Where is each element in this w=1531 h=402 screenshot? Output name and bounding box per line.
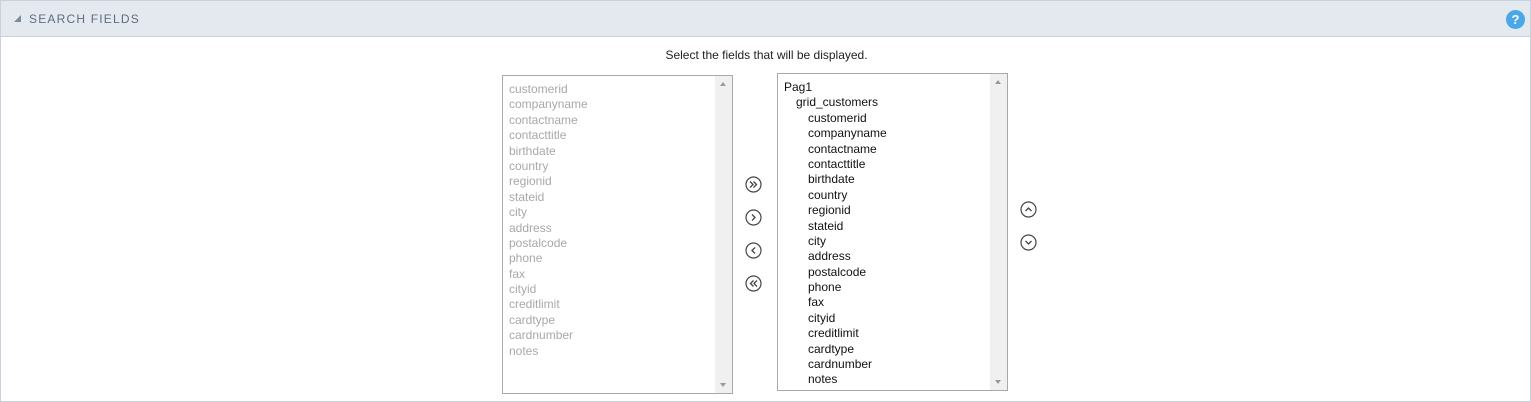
page-node[interactable]: Pag1 xyxy=(778,80,990,95)
move-left-icon xyxy=(745,242,762,259)
selected-field-item[interactable]: cardnumber xyxy=(778,357,990,372)
selected-field-item[interactable]: country xyxy=(778,188,990,203)
available-field-item[interactable]: cardnumber xyxy=(503,328,715,343)
available-field-item[interactable]: address xyxy=(503,221,715,236)
selected-field-item[interactable]: stateid xyxy=(778,219,990,234)
move-all-right-button[interactable] xyxy=(745,176,762,193)
move-right-button[interactable] xyxy=(745,209,762,226)
available-field-item[interactable]: contactname xyxy=(503,113,715,128)
available-field-item[interactable]: birthdate xyxy=(503,144,715,159)
move-down-button[interactable] xyxy=(1020,234,1037,251)
collapse-triangle-icon[interactable] xyxy=(14,15,21,22)
available-field-item[interactable]: stateid xyxy=(503,190,715,205)
move-all-left-button[interactable] xyxy=(745,275,762,292)
right-list-scrollbar[interactable] xyxy=(990,74,1007,390)
available-field-item[interactable]: notes xyxy=(503,344,715,359)
available-field-item[interactable]: postalcode xyxy=(503,236,715,251)
panel-title: SEARCH FIELDS xyxy=(29,12,140,26)
available-field-item[interactable]: cardtype xyxy=(503,313,715,328)
selected-field-item[interactable]: creditlimit xyxy=(778,326,990,341)
selected-field-item[interactable]: customerid xyxy=(778,111,990,126)
move-up-button[interactable] xyxy=(1020,201,1037,218)
selected-field-item[interactable]: contacttitle xyxy=(778,157,990,172)
selected-fields-list[interactable]: Pag1 grid_customers customerid companynam… xyxy=(777,73,1008,391)
search-fields-panel: SEARCH FIELDS ? Select the fields that w… xyxy=(0,0,1531,402)
help-icon[interactable]: ? xyxy=(1506,10,1525,29)
instruction-text: Select the fields that will be displayed… xyxy=(665,48,868,62)
available-field-item[interactable]: contacttitle xyxy=(503,128,715,143)
move-left-button[interactable] xyxy=(745,242,762,259)
available-field-item[interactable]: customerid xyxy=(503,82,715,97)
selected-fields-items: Pag1 grid_customers customerid companynam… xyxy=(778,74,990,390)
selected-field-item[interactable]: postalcode xyxy=(778,265,990,280)
available-field-item[interactable]: phone xyxy=(503,251,715,266)
scroll-up-arrow-icon[interactable] xyxy=(990,74,1007,91)
panel-header: SEARCH FIELDS ? xyxy=(1,1,1530,37)
move-all-right-icon xyxy=(745,176,762,193)
available-fields-items: customerid companyname contactname contactt… xyxy=(503,76,715,393)
available-fields-list[interactable]: customerid companyname contactname contactt… xyxy=(502,75,733,394)
scroll-down-arrow-icon[interactable] xyxy=(715,376,732,393)
selected-field-item[interactable]: regionid xyxy=(778,203,990,218)
available-field-item[interactable]: country xyxy=(503,159,715,174)
available-field-item[interactable]: fax xyxy=(503,267,715,282)
selected-field-item[interactable]: city xyxy=(778,234,990,249)
selected-field-item[interactable]: phone xyxy=(778,280,990,295)
selected-field-item[interactable]: companyname xyxy=(778,126,990,141)
available-field-item[interactable]: city xyxy=(503,205,715,220)
selected-field-item[interactable]: notes xyxy=(778,372,990,387)
available-field-item[interactable]: cityid xyxy=(503,282,715,297)
left-list-scrollbar[interactable] xyxy=(715,76,732,393)
selected-field-item[interactable]: fax xyxy=(778,295,990,310)
selected-field-item[interactable]: address xyxy=(778,249,990,264)
selected-field-item[interactable]: contactname xyxy=(778,142,990,157)
grid-node[interactable]: grid_customers xyxy=(778,95,990,110)
move-up-icon xyxy=(1020,201,1037,218)
move-right-icon xyxy=(745,209,762,226)
move-all-left-icon xyxy=(745,275,762,292)
scroll-up-arrow-icon[interactable] xyxy=(715,76,732,93)
selected-field-item[interactable]: cityid xyxy=(778,311,990,326)
selected-field-item[interactable]: cardtype xyxy=(778,342,990,357)
available-field-item[interactable]: creditlimit xyxy=(503,297,715,312)
available-field-item[interactable]: companyname xyxy=(503,97,715,112)
scroll-down-arrow-icon[interactable] xyxy=(990,373,1007,390)
available-field-item[interactable]: regionid xyxy=(503,174,715,189)
move-down-icon xyxy=(1020,234,1037,251)
selected-field-item[interactable]: birthdate xyxy=(778,172,990,187)
